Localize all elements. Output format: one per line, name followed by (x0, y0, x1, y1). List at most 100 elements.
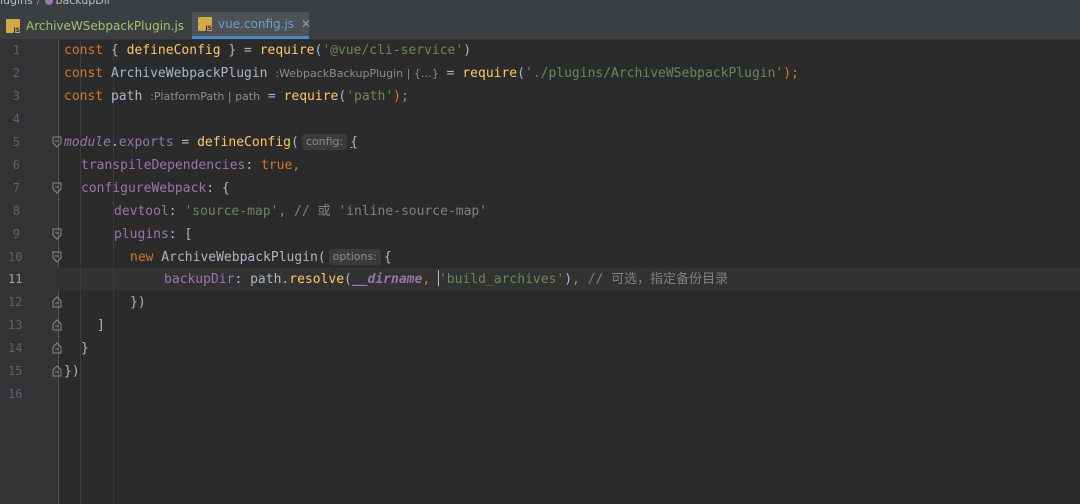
code-text: ( (517, 66, 525, 81)
function-call: require (283, 89, 339, 104)
breadcrumb-current[interactable]: backupDir (56, 0, 112, 7)
code-line-11[interactable]: backupDir: path.resolve(__dirname, 'buil… (164, 268, 728, 291)
code-text: = (260, 89, 284, 104)
line-number: 4 (12, 112, 20, 126)
code-text: }) (130, 295, 146, 310)
line-number: 6 (12, 158, 20, 172)
code-text: ) (463, 43, 472, 58)
string-literal: './plugins/ArchiveWSebpackPlugin' (524, 66, 784, 81)
code-text: ArchiveWebpackPlugin( (153, 250, 326, 265)
property: backupDir (164, 272, 235, 287)
parameter-hint: config: (301, 134, 348, 150)
editor-tab-bar: ArchiveWSebpackPlugin.js ✕ vue.config.js… (0, 12, 1080, 40)
breadcrumb: lugins / backupDir (0, 0, 1080, 12)
string-literal: 'source-map' (184, 204, 279, 219)
comment: // 或 'inline-source-map' (294, 204, 488, 219)
code-text: { (383, 250, 392, 265)
code-text: , (292, 158, 301, 173)
function-call: require (259, 43, 315, 58)
code-text: . (110, 135, 119, 150)
code-line-10[interactable]: new ArchiveWebpackPlugin(options:{ (130, 246, 392, 269)
code-text: : [ (168, 227, 193, 242)
line-number: 9 (12, 227, 20, 241)
line-number: 14 (8, 341, 23, 355)
line-number: 1 (12, 43, 20, 57)
code-text: = (438, 66, 463, 81)
tab-vue-config[interactable]: vue.config.js ✕ (192, 12, 311, 39)
code-line-7[interactable]: configureWebpack: { (81, 177, 230, 200)
code-line-1[interactable]: const { defineConfig } = require('@vue/c… (64, 39, 471, 62)
code-text: = (173, 135, 198, 150)
code-text: : (245, 158, 262, 173)
fold-open-icon[interactable] (52, 251, 62, 263)
code-text: } (81, 341, 89, 356)
javascript-file-icon (6, 18, 20, 34)
indent-guide (80, 40, 81, 504)
identifier: path (103, 89, 151, 104)
code-line-3[interactable]: const path :PlatformPath | path = requir… (64, 85, 409, 108)
code-text: { (103, 43, 127, 58)
code-text: , (572, 272, 588, 287)
property: plugins (114, 227, 169, 242)
code-text: } = (220, 43, 260, 58)
line-number: 12 (8, 295, 23, 309)
identifier: path (250, 272, 282, 287)
fold-close-icon[interactable] (52, 365, 62, 377)
code-text: ); (393, 89, 409, 104)
property: transpileDependencies (81, 158, 246, 173)
keyword: new (130, 250, 154, 265)
identifier: defineConfig (126, 43, 221, 58)
code-line-14[interactable]: } (81, 337, 89, 360)
fold-close-icon[interactable] (52, 342, 62, 354)
code-text: ( (344, 272, 352, 287)
code-line-13[interactable]: ] (97, 314, 105, 337)
code-line-12[interactable]: }) (130, 291, 146, 314)
code-line-2[interactable]: const ArchiveWebpackPlugin :WebpackBacku… (64, 62, 799, 85)
code-line-8[interactable]: devtool: 'source-map', // 或 'inline-sour… (114, 200, 487, 223)
code-text: ] (97, 318, 105, 333)
type-hint: :PlatformPath | path (150, 90, 261, 103)
function-call: require (462, 66, 518, 81)
code-text: : (234, 272, 251, 287)
line-number: 2 (12, 66, 20, 80)
indent-guide (113, 40, 114, 504)
line-number: 7 (12, 181, 20, 195)
keyword: true (261, 158, 293, 173)
code-line-6[interactable]: transpileDependencies: true, (81, 154, 300, 177)
identifier: ArchiveWebpackPlugin (103, 66, 276, 81)
tab-label: vue.config.js (218, 17, 295, 31)
identifier: exports (118, 135, 174, 150)
identifier: module (64, 135, 111, 150)
fold-close-icon[interactable] (52, 319, 62, 331)
fold-close-icon[interactable] (52, 296, 62, 308)
function-call: resolve (289, 272, 345, 287)
code-line-5[interactable]: module.exports = defineConfig(config:{ (64, 131, 358, 154)
line-number: 16 (8, 387, 23, 401)
fold-open-icon[interactable] (52, 182, 62, 194)
function-call: defineConfig (197, 135, 291, 150)
close-icon[interactable]: ✕ (301, 17, 311, 31)
parameter-hint: options: (328, 249, 381, 265)
string-literal: 'build_archives' (438, 272, 565, 287)
comment: // 可选，指定备份目录 (587, 272, 729, 287)
javascript-file-icon (198, 17, 212, 32)
line-number: 13 (8, 318, 23, 332)
tab-archive-plugin[interactable]: ArchiveWSebpackPlugin.js ✕ (0, 12, 201, 39)
tab-label: ArchiveWSebpackPlugin.js (26, 18, 185, 33)
code-text: ) (564, 272, 573, 287)
line-number: 8 (12, 204, 20, 218)
property: devtool (114, 204, 169, 219)
identifier: __dirname (351, 272, 423, 287)
code-text: { (350, 135, 359, 150)
code-line-15[interactable]: }) (64, 360, 80, 383)
code-text: : (168, 204, 185, 219)
breadcrumb-parent[interactable]: lugins (0, 0, 33, 7)
fold-open-icon[interactable] (52, 136, 62, 148)
string-literal: '@vue/cli-service' (322, 43, 464, 58)
line-number: 15 (8, 364, 23, 378)
keyword: const (64, 89, 104, 104)
line-number: 5 (12, 135, 20, 149)
fold-open-icon[interactable] (52, 228, 62, 240)
code-line-9[interactable]: plugins: [ (114, 223, 192, 246)
code-text: : { (206, 181, 230, 196)
